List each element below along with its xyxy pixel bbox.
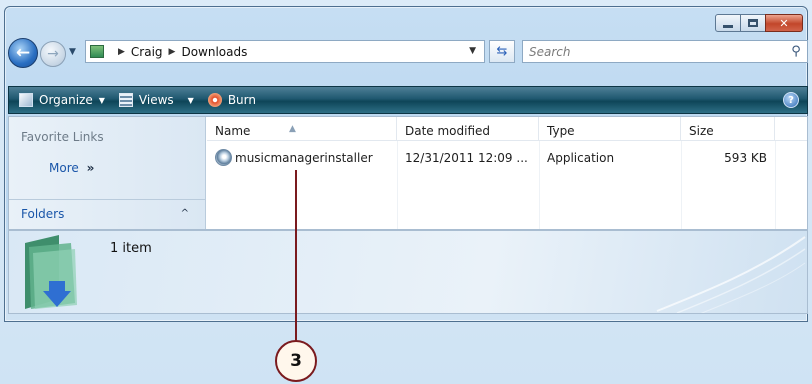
burn-label: Burn xyxy=(227,93,256,107)
column-header-size-label: Size xyxy=(689,124,714,138)
decorative-swoosh xyxy=(656,236,806,313)
organize-label: Organize xyxy=(39,93,93,107)
minimize-button[interactable] xyxy=(715,14,741,32)
address-bar[interactable]: ▶ Craig ▶ Downloads ▼ xyxy=(85,40,485,63)
column-header-type-label: Type xyxy=(547,124,575,138)
refresh-button[interactable]: ⇆ xyxy=(489,40,515,63)
breadcrumb-separator-icon[interactable]: ▶ xyxy=(169,47,176,57)
address-dropdown-icon[interactable]: ▼ xyxy=(469,46,476,56)
search-placeholder: Search xyxy=(529,44,571,59)
folders-label: Folders xyxy=(21,206,65,221)
chevron-down-icon: ▼ xyxy=(98,95,105,105)
more-link[interactable]: More » xyxy=(49,161,94,175)
chevron-down-icon: ▼ xyxy=(187,95,194,105)
close-icon: ✕ xyxy=(779,16,789,30)
burn-button[interactable]: Burn xyxy=(207,93,256,107)
item-count: 1 item xyxy=(110,241,152,256)
help-icon[interactable]: ? xyxy=(783,92,799,108)
file-date-cell: 12/31/2011 12:09 ... xyxy=(405,151,528,165)
address-row: ← → ▼ ▶ Craig ▶ Downloads ▼ ⇆ Search ⚲ xyxy=(8,38,808,68)
command-bar: Organize ▼ Views ▼ Burn ? xyxy=(8,86,808,114)
chevron-down-icon: ▼ xyxy=(69,47,76,57)
close-button[interactable]: ✕ xyxy=(765,14,803,32)
callout-number: 3 xyxy=(275,340,317,382)
file-name: musicmanagerinstaller xyxy=(235,151,373,165)
column-headers: ▲ Name Date modified Type Size xyxy=(207,117,807,141)
folders-toggle[interactable]: Folders ^ xyxy=(9,199,205,227)
favorite-links-title: Favorite Links xyxy=(21,130,104,144)
window-controls: ✕ xyxy=(715,14,803,32)
file-row[interactable]: musicmanagerinstaller 12/31/2011 12:09 .… xyxy=(207,147,807,169)
file-type-cell: Application xyxy=(547,151,615,165)
downloads-folder-icon xyxy=(25,235,77,309)
maximize-button[interactable] xyxy=(740,14,766,32)
search-input[interactable]: Search ⚲ xyxy=(522,40,808,63)
details-pane: 1 item xyxy=(8,230,808,314)
column-header-date-label: Date modified xyxy=(405,124,491,138)
content-area: Favorite Links More » Folders ^ ▲ Name D… xyxy=(8,116,808,230)
breadcrumb-separator-icon[interactable]: ▶ xyxy=(118,47,125,57)
views-button[interactable]: Views ▼ xyxy=(118,93,194,107)
folder-icon xyxy=(90,45,104,58)
double-chevron-icon: » xyxy=(86,161,95,175)
refresh-icon: ⇆ xyxy=(496,44,508,59)
file-list: ▲ Name Date modified Type Size musicmana… xyxy=(207,117,807,229)
organize-icon xyxy=(19,93,33,107)
burn-disc-icon xyxy=(207,93,222,107)
file-name-cell[interactable]: musicmanagerinstaller xyxy=(207,147,373,169)
column-header-type[interactable]: Type xyxy=(539,117,681,141)
minimize-icon xyxy=(723,24,733,28)
breadcrumb-craig[interactable]: Craig xyxy=(131,45,163,59)
forward-arrow-icon: → xyxy=(47,46,59,62)
file-size-cell: 593 KB xyxy=(724,151,767,165)
back-button[interactable]: ← xyxy=(8,38,38,68)
maximize-icon xyxy=(748,19,758,27)
callout-line xyxy=(295,170,297,346)
more-label: More xyxy=(49,161,79,175)
column-header-name-label: Name xyxy=(215,124,251,138)
forward-button[interactable]: → xyxy=(40,41,66,67)
search-icon[interactable]: ⚲ xyxy=(785,44,807,59)
navigation-pane: Favorite Links More » Folders ^ xyxy=(9,117,206,229)
views-icon xyxy=(118,93,133,107)
organize-button[interactable]: Organize ▼ xyxy=(19,93,105,107)
column-header-size[interactable]: Size xyxy=(681,117,775,141)
breadcrumb-downloads[interactable]: Downloads xyxy=(181,45,247,59)
recent-pages-dropdown[interactable]: ▼ xyxy=(69,47,76,57)
installer-app-icon xyxy=(215,149,232,166)
views-label: Views xyxy=(138,93,174,107)
back-arrow-icon: ← xyxy=(15,43,31,63)
column-header-date-modified[interactable]: Date modified xyxy=(397,117,539,141)
column-header-name[interactable]: ▲ Name xyxy=(207,117,397,141)
chevron-up-icon: ^ xyxy=(180,208,189,219)
sort-arrow-icon: ▲ xyxy=(289,124,296,134)
